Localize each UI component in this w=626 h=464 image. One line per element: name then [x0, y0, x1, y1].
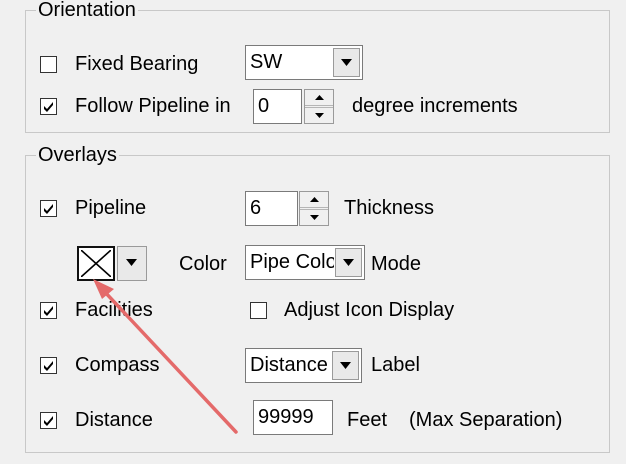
facilities-checkbox[interactable]	[40, 302, 57, 319]
compass-label-value: Distance	[250, 354, 328, 376]
feet-label: Feet	[347, 409, 388, 431]
follow-pipeline-label: Follow Pipeline in	[75, 95, 231, 117]
max-separation-value: 99999	[258, 406, 314, 428]
distance-checkbox[interactable]	[40, 412, 57, 429]
check-icon	[44, 102, 53, 112]
adjust-icon-display-checkbox[interactable]	[250, 302, 267, 319]
chevron-down-icon[interactable]	[117, 246, 147, 281]
check-icon	[44, 204, 53, 214]
spin-down-icon[interactable]	[300, 209, 328, 225]
follow-pipeline-checkbox[interactable]	[40, 98, 57, 115]
spin-up-icon[interactable]	[300, 192, 328, 208]
bearing-select[interactable]: SW	[245, 45, 363, 80]
pipeline-checkbox[interactable]	[40, 200, 57, 217]
degree-increments-label: degree increments	[352, 95, 518, 117]
label-suffix: Label	[371, 354, 420, 376]
spin-up-icon[interactable]	[305, 90, 333, 106]
distance-label: Distance	[75, 409, 153, 431]
max-separation-note: (Max Separation)	[409, 409, 563, 431]
compass-checkbox[interactable]	[40, 357, 57, 374]
check-icon	[44, 306, 53, 316]
compass-label: Compass	[75, 354, 160, 376]
facilities-label: Facilities	[75, 299, 153, 321]
adjust-icon-display-label: Adjust Icon Display	[284, 299, 455, 321]
degree-increment-value: 0	[258, 95, 270, 117]
check-icon	[44, 361, 53, 371]
chevron-down-icon[interactable]	[335, 248, 362, 277]
chevron-down-icon[interactable]	[333, 48, 360, 77]
fixed-bearing-checkbox[interactable]	[40, 56, 57, 73]
max-separation-input[interactable]: 99999	[253, 400, 333, 435]
compass-label-select[interactable]: Distance	[245, 348, 362, 383]
fixed-bearing-label: Fixed Bearing	[75, 53, 199, 75]
overlays-title: Overlays	[36, 144, 119, 166]
pipeline-label: Pipeline	[75, 197, 147, 219]
color-mode-select[interactable]: Pipe Color	[245, 245, 365, 280]
spin-down-icon[interactable]	[305, 107, 333, 123]
degree-increment-spinner[interactable]	[304, 89, 334, 124]
degree-increment-input[interactable]: 0	[253, 89, 302, 124]
thickness-value: 6	[250, 197, 262, 219]
color-label: Color	[179, 253, 227, 275]
bearing-select-value: SW	[250, 51, 283, 73]
check-icon	[44, 416, 53, 426]
thickness-label: Thickness	[344, 197, 435, 219]
thickness-input[interactable]: 6	[245, 191, 298, 226]
thickness-spinner[interactable]	[299, 191, 329, 226]
color-mode-value: Pipe Color	[250, 251, 334, 273]
orientation-title: Orientation	[36, 0, 138, 21]
mode-label: Mode	[371, 253, 422, 275]
chevron-down-icon[interactable]	[332, 351, 359, 380]
color-swatch-icon[interactable]	[77, 246, 115, 281]
color-picker-button[interactable]	[77, 246, 165, 281]
